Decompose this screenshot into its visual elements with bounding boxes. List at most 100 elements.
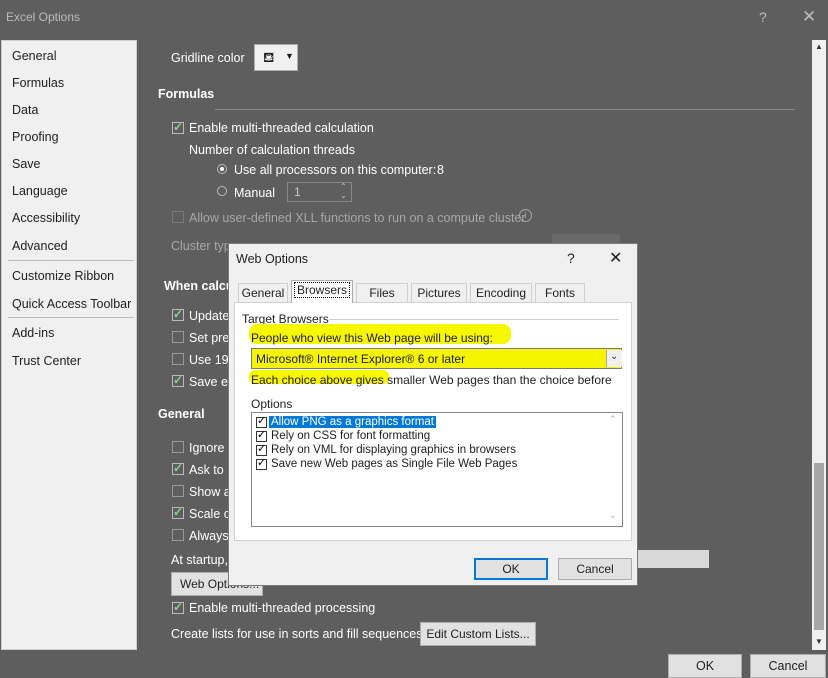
sidebar-item-data[interactable]: Data — [12, 103, 38, 117]
sidebar-item-language[interactable]: Language — [12, 184, 68, 198]
sidebar-item-quick-access-toolbar[interactable]: Quick Access Toolbar — [12, 297, 131, 311]
each-choice-text: Each choice above gives smaller Web page… — [251, 373, 612, 387]
enable-mt-processing-checkbox[interactable] — [172, 600, 184, 614]
group-rule — [329, 319, 619, 320]
always-label: Always — [189, 529, 229, 543]
show-checkbox[interactable] — [172, 485, 184, 497]
window-title: Excel Options — [6, 10, 81, 24]
help-icon[interactable]: ? — [759, 9, 767, 25]
scale-checkbox[interactable] — [172, 505, 184, 519]
manual-radio[interactable] — [217, 186, 227, 196]
main-scrollbar[interactable]: ▲ ▼ — [812, 40, 826, 650]
manual-label: Manual — [234, 186, 275, 200]
num-threads-label: Number of calculation threads — [189, 143, 356, 157]
chevron-down-icon: ▼ — [285, 51, 294, 61]
scroll-thumb[interactable] — [814, 463, 824, 630]
list-item[interactable]: Rely on VML for displaying graphics in b… — [255, 442, 604, 458]
option-checkbox[interactable] — [256, 414, 267, 428]
people-label: People who view this Web page will be us… — [251, 331, 493, 345]
ok-button[interactable]: OK — [668, 654, 742, 678]
options-label: Options — [251, 397, 293, 411]
info-icon[interactable]: i — [519, 209, 532, 222]
browser-select[interactable]: Microsoft® Internet Explorer® 6 or later… — [251, 348, 622, 369]
scroll-down-icon[interactable]: ⌄ — [609, 510, 617, 521]
option-label: Allow PNG as a graphics format — [269, 416, 436, 428]
close-icon[interactable]: ✕ — [802, 7, 816, 27]
option-label: Save new Web pages as Single File Web Pa… — [271, 458, 518, 470]
at-startup-label: At startup, — [171, 553, 228, 567]
sidebar-item-general[interactable]: General — [12, 49, 56, 63]
ask-to-checkbox[interactable] — [172, 461, 184, 475]
tab-browsers[interactable]: Browsers — [291, 280, 353, 303]
dialog-close-icon[interactable]: ✕ — [609, 248, 622, 268]
ignore-checkbox[interactable] — [172, 441, 184, 453]
formulas-section-header: Formulas — [158, 87, 215, 101]
option-label: Rely on CSS for font formatting — [271, 430, 431, 442]
cancel-button[interactable]: Cancel — [750, 654, 826, 678]
startup-folder-input[interactable] — [637, 550, 709, 568]
manual-threads-stepper[interactable]: 1 ⌃ ⌄ — [287, 182, 352, 202]
list-scrollbar[interactable]: ⌃ ⌄ — [605, 414, 621, 525]
manual-threads-value: 1 — [294, 185, 301, 199]
tab-files[interactable]: Files — [356, 283, 408, 302]
gridline-color-button[interactable]: ⛾ ▼ — [254, 44, 298, 71]
save-external-checkbox[interactable] — [172, 373, 184, 387]
sidebar-item-customize-ribbon[interactable]: Customize Ribbon — [12, 269, 114, 283]
tab-browsers-label: Browsers — [293, 282, 350, 298]
scroll-up-icon[interactable]: ⌃ — [609, 414, 617, 425]
sidebar-item-save[interactable]: Save — [12, 157, 41, 171]
show-label: Show a — [189, 485, 231, 499]
dialog-cancel-button[interactable]: Cancel — [558, 558, 632, 580]
set-precision-label: Set pre — [189, 331, 230, 345]
update-checkbox[interactable] — [172, 307, 184, 321]
sidebar: General Formulas Data Proofing Save Lang… — [1, 40, 137, 650]
cluster-type-label: Cluster typ — [171, 239, 231, 253]
use-1904-checkbox[interactable] — [172, 353, 184, 365]
tab-fonts[interactable]: Fonts — [535, 283, 585, 302]
sidebar-divider — [8, 260, 134, 261]
scroll-up-icon[interactable]: ▲ — [815, 42, 823, 51]
tab-pictures[interactable]: Pictures — [411, 283, 467, 302]
dialog-ok-button[interactable]: OK — [474, 558, 548, 580]
option-checkbox[interactable] — [256, 442, 267, 456]
use-all-processors-radio[interactable] — [217, 164, 227, 174]
sidebar-item-formulas[interactable]: Formulas — [12, 76, 64, 90]
always-checkbox[interactable] — [172, 529, 184, 541]
browser-select-toggle[interactable]: ⌄ — [606, 350, 622, 367]
enable-multithreaded-label: Enable multi-threaded calculation — [189, 121, 374, 135]
allow-xll-checkbox[interactable] — [172, 211, 184, 223]
ask-to-label: Ask to — [189, 463, 224, 477]
sidebar-item-add-ins[interactable]: Add-ins — [12, 326, 54, 340]
sidebar-item-proofing[interactable]: Proofing — [12, 130, 59, 144]
dialog-help-icon[interactable]: ? — [567, 250, 575, 266]
scroll-down-icon[interactable]: ▼ — [815, 637, 823, 646]
tab-general[interactable]: General — [238, 283, 288, 302]
option-checkbox[interactable] — [256, 428, 267, 442]
update-label: Update — [189, 309, 230, 323]
tab-encoding[interactable]: Encoding — [470, 283, 532, 302]
gridline-color-label: Gridline color — [171, 51, 245, 65]
sidebar-item-trust-center[interactable]: Trust Center — [12, 354, 81, 368]
enable-multithreaded-checkbox[interactable] — [172, 120, 184, 134]
list-item[interactable]: Save new Web pages as Single File Web Pa… — [255, 456, 604, 472]
set-precision-checkbox[interactable] — [172, 331, 184, 343]
dialog-title: Web Options — [236, 252, 309, 266]
processor-count: 8 — [437, 163, 444, 177]
chevron-up-icon[interactable]: ⌃ — [340, 182, 347, 191]
list-item[interactable]: Allow PNG as a graphics format — [255, 414, 604, 430]
ignore-label: Ignore — [189, 441, 225, 455]
browser-select-value: Microsoft® Internet Explorer® 6 or later — [256, 352, 466, 366]
option-checkbox[interactable] — [256, 456, 267, 470]
sidebar-item-advanced[interactable]: Advanced — [12, 239, 68, 253]
sidebar-item-accessibility[interactable]: Accessibility — [12, 211, 80, 225]
chevron-down-icon[interactable]: ⌄ — [340, 191, 347, 200]
chevron-down-icon: ⌄ — [610, 351, 619, 362]
list-item[interactable]: Rely on CSS for font formatting — [255, 428, 604, 444]
when-calculating-header: When calcu — [164, 279, 234, 293]
enable-mt-processing-label: Enable multi-threaded processing — [189, 601, 376, 615]
paint-bucket-icon: ⛾ — [263, 49, 275, 65]
scale-label: Scale c — [189, 507, 230, 521]
edit-custom-lists-button[interactable]: Edit Custom Lists... — [420, 622, 536, 646]
web-options-dialog: Web Options ? ✕ General Browsers Files P… — [228, 243, 638, 586]
options-list[interactable]: Allow PNG as a graphics format Rely on C… — [251, 412, 623, 527]
